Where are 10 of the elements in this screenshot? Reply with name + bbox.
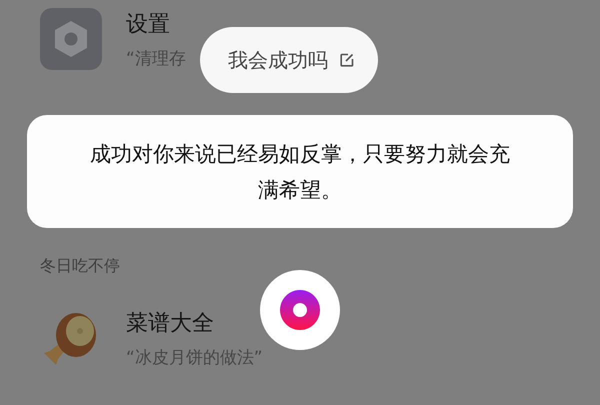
app-subtitle: “冰皮月饼的做法”	[126, 346, 263, 368]
query-bubble[interactable]: 我会成功吗	[200, 27, 378, 93]
query-text: 我会成功吗	[228, 46, 328, 74]
app-title: 设置	[126, 10, 171, 38]
app-subtitle: “清理存	[126, 48, 186, 70]
app-title: 菜谱大全	[126, 310, 215, 338]
ring-icon	[280, 290, 320, 330]
section-label: 冬日吃不停	[40, 256, 120, 277]
edit-icon[interactable]	[340, 53, 354, 67]
answer-text: 成功对你来说已经易如反掌，只要努力就会充满希望。	[89, 140, 511, 204]
